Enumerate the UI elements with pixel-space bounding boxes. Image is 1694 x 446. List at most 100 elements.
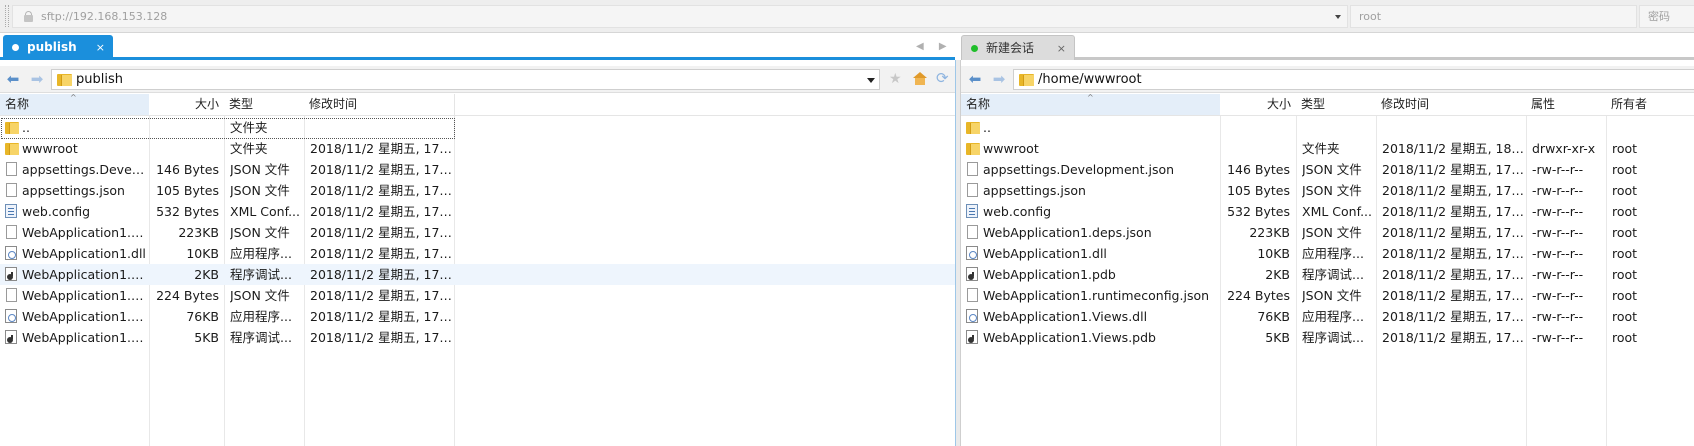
table-row[interactable]: WebApplication1.dll 10KB 应用程序... 2018/11/2 …: [961, 243, 1694, 264]
toolbar-grip[interactable]: [5, 5, 9, 27]
cell-name: WebApplication1.p...: [22, 267, 146, 282]
host-address-input[interactable]: sftp://192.168.153.128: [12, 5, 1348, 28]
table-row[interactable]: WebApplication1.d... 223KB JSON 文件 2018/11/…: [0, 222, 955, 243]
cell-type: 程序调试...: [230, 330, 292, 345]
column-header-attr[interactable]: 属性: [1526, 94, 1606, 116]
close-icon[interactable]: ×: [1057, 36, 1066, 61]
cell-mtime: 2018/11/2 星期五, 17:...: [310, 183, 452, 198]
cell-type: 应用程序...: [1302, 246, 1364, 261]
cell-type: 应用程序...: [230, 309, 292, 324]
cell-mtime: 2018/11/2 星期五, 17:...: [310, 141, 452, 156]
forward-arrow-icon[interactable]: ➡: [991, 72, 1007, 87]
column-header-type[interactable]: 类型: [224, 94, 304, 116]
local-file-rows: .. 文件夹 wwwroot 文件夹 2018/11/2 星期五, 17:... apps…: [0, 117, 955, 348]
column-header-size[interactable]: 大小: [149, 94, 224, 116]
cell-type: JSON 文件: [230, 288, 290, 303]
cell-attr: -rw-r--r--: [1532, 330, 1584, 345]
cell-mtime: 2018/11/2 星期五, 17:...: [1382, 246, 1524, 261]
cell-name: appsettings.json: [983, 183, 1086, 198]
cell-name: WebApplication1.dll: [22, 246, 146, 261]
table-row[interactable]: WebApplication1.pdb 2KB 程序调试... 2018/11/2 星…: [961, 264, 1694, 285]
library-file-icon: [5, 309, 17, 323]
table-row[interactable]: web.config 532 Bytes XML Conf... 2018/11/2 …: [961, 201, 1694, 222]
document-icon: [6, 225, 17, 239]
tab-publish[interactable]: publish ×: [3, 35, 113, 60]
document-icon: [6, 183, 17, 197]
cell-mtime: 2018/11/2 星期五, 17:...: [1382, 309, 1524, 324]
cell-name: WebApplication1.dll: [983, 246, 1107, 261]
debug-file-icon: [5, 330, 17, 344]
table-row[interactable]: WebApplication1.ru... 224 Bytes JSON 文件 201…: [0, 285, 955, 306]
column-header-name[interactable]: 名称 ^: [961, 94, 1220, 116]
cell-type: 程序调试...: [1302, 330, 1364, 345]
refresh-icon[interactable]: ⟳: [936, 69, 949, 87]
table-row[interactable]: appsettings.json 105 Bytes JSON 文件 2018/11/…: [961, 180, 1694, 201]
tab-new-session[interactable]: 新建会话 ×: [961, 35, 1075, 60]
cell-size: 10KB: [186, 246, 219, 261]
table-row[interactable]: appsettings.Development.json 146 Bytes JSO…: [961, 159, 1694, 180]
chevron-down-icon[interactable]: [867, 78, 875, 83]
tab-scroll-arrows-icon[interactable]: ◀ ▶: [916, 41, 953, 52]
table-row[interactable]: .. 文件夹: [0, 117, 955, 139]
close-icon[interactable]: ×: [96, 35, 105, 60]
cell-name: WebApplication1.Views.dll: [983, 309, 1148, 324]
cell-type: JSON 文件: [1302, 183, 1362, 198]
table-row[interactable]: ..: [961, 117, 1694, 138]
connected-dot-icon: [971, 45, 978, 52]
local-path-input[interactable]: publish: [51, 69, 880, 90]
remote-path-bar: ⬅ ➡ /home/wwwroot: [961, 66, 1694, 93]
remote-file-rows: .. wwwroot 文件夹 2018/11/2 星期五, 18:... drwxr-x…: [961, 117, 1694, 348]
cell-mtime: 2018/11/2 星期五, 17:...: [310, 309, 452, 324]
tab-label: 新建会话: [986, 41, 1035, 55]
table-row[interactable]: WebApplication1.Vi... 5KB 程序调试... 2018/11/2…: [0, 327, 955, 348]
sort-ascending-icon: ^: [1087, 94, 1094, 102]
cell-name: web.config: [22, 204, 91, 219]
column-header-mtime[interactable]: 修改时间: [1376, 94, 1526, 116]
debug-file-icon: [966, 330, 978, 344]
remote-path-input[interactable]: /home/wwwroot: [1013, 69, 1694, 90]
back-arrow-icon[interactable]: ⬅: [967, 72, 983, 87]
table-row[interactable]: appsettings.Develo... 146 Bytes JSON 文件 201…: [0, 159, 955, 180]
table-row[interactable]: WebApplication1.runtimeconfig.json 224 By…: [961, 285, 1694, 306]
cell-name: wwwroot: [983, 141, 1039, 156]
column-header-type[interactable]: 类型: [1296, 94, 1376, 116]
home-icon[interactable]: [913, 72, 927, 85]
cell-name: appsettings.json: [22, 183, 125, 198]
back-arrow-icon[interactable]: ⬅: [5, 72, 21, 87]
column-header-owner[interactable]: 所有者: [1606, 94, 1694, 116]
column-header-mtime[interactable]: 修改时间: [304, 94, 454, 116]
cell-size: 5KB: [1265, 330, 1290, 345]
column-header-size[interactable]: 大小: [1220, 94, 1296, 116]
table-row[interactable]: web.config 532 Bytes XML Conf... 2018/11/2 …: [0, 201, 955, 222]
table-row[interactable]: WebApplication1.Vi... 76KB 应用程序... 2018/11/…: [0, 306, 955, 327]
column-header-name[interactable]: 名称 ^: [0, 94, 149, 116]
cell-size: 5KB: [194, 330, 219, 345]
table-row[interactable]: wwwroot 文件夹 2018/11/2 星期五, 17:...: [0, 138, 955, 159]
table-row[interactable]: WebApplication1.Views.dll 76KB 应用程序... 2018…: [961, 306, 1694, 327]
cell-attr: drwxr-xr-x: [1532, 141, 1596, 156]
table-row[interactable]: WebApplication1.Views.pdb 5KB 程序调试... 2018/…: [961, 327, 1694, 348]
table-row[interactable]: WebApplication1.p... 2KB 程序调试... 2018/11/2 …: [0, 264, 955, 285]
folder-icon: [966, 141, 980, 156]
cell-mtime: [1382, 117, 1524, 138]
cell-mtime: 2018/11/2 星期五, 17:...: [310, 225, 452, 240]
chevron-down-icon[interactable]: [1335, 15, 1341, 19]
table-row[interactable]: WebApplication1.deps.json 223KB JSON 文件 201…: [961, 222, 1694, 243]
table-row[interactable]: wwwroot 文件夹 2018/11/2 星期五, 18:... drwxr-xr-…: [961, 138, 1694, 159]
table-row[interactable]: WebApplication1.dll 10KB 应用程序... 2018/11/2 …: [0, 243, 955, 264]
folder-icon: [5, 120, 19, 135]
star-icon[interactable]: ★: [889, 71, 902, 87]
cell-mtime: 2018/11/2 星期五, 17:...: [1382, 225, 1524, 240]
cell-name: ..: [983, 120, 991, 135]
host-address-placeholder: sftp://192.168.153.128: [41, 10, 168, 23]
table-row[interactable]: appsettings.json 105 Bytes JSON 文件 2018/11/…: [0, 180, 955, 201]
cell-name: wwwroot: [22, 141, 78, 156]
username-input[interactable]: root: [1350, 5, 1637, 28]
password-input[interactable]: 密码: [1639, 5, 1694, 28]
debug-file-icon: [966, 267, 978, 281]
forward-arrow-icon[interactable]: ➡: [29, 72, 45, 87]
cell-mtime: 2018/11/2 星期五, 17:...: [310, 288, 452, 303]
cell-type: JSON 文件: [1302, 162, 1362, 177]
cell-attr: -rw-r--r--: [1532, 309, 1584, 324]
cell-owner: root: [1612, 309, 1638, 324]
